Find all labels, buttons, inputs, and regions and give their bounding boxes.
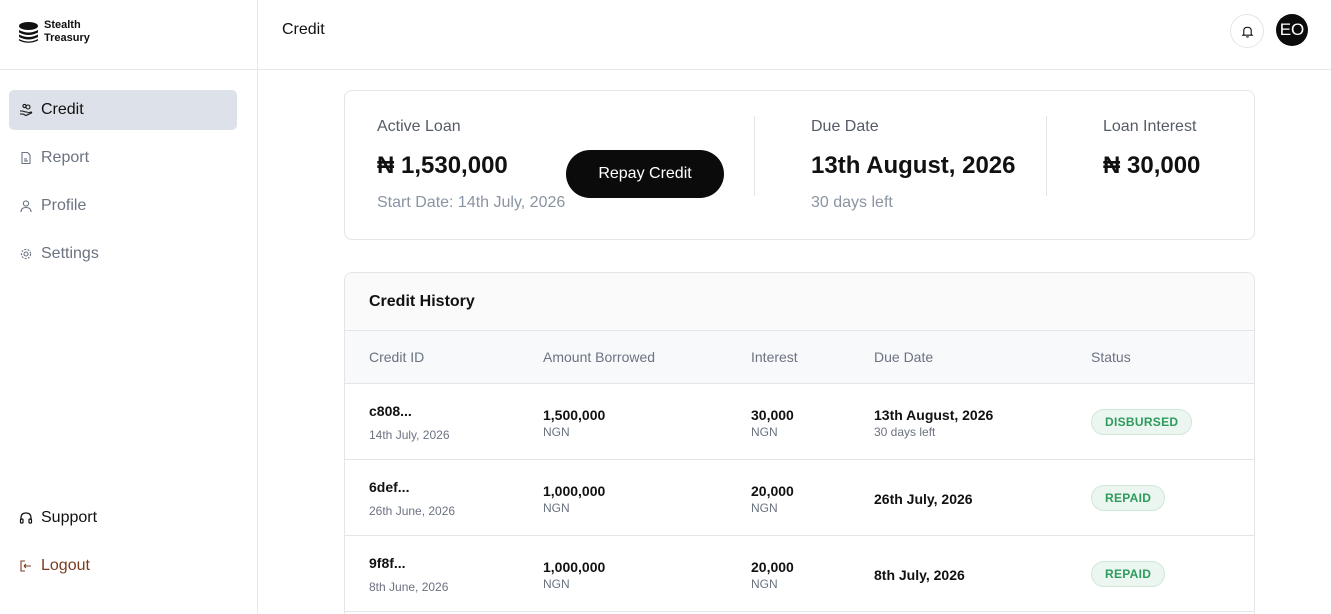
brand-name: Stealth Treasury xyxy=(44,19,90,45)
due-date-value: 13th August, 2026 xyxy=(811,152,1016,179)
sidebar-item-label: Report xyxy=(41,149,90,166)
notifications-button[interactable] xyxy=(1230,14,1264,48)
table-header-row: Credit ID Amount Borrowed Interest Due D… xyxy=(345,331,1254,384)
column-header: Due Date xyxy=(874,349,934,365)
due-date: 26th July, 2026 xyxy=(874,491,973,507)
headset-icon xyxy=(19,511,33,525)
loan-interest-value: ₦ 30,000 xyxy=(1103,152,1201,179)
repay-credit-button[interactable]: Repay Credit xyxy=(566,150,724,198)
start-date: Start Date: 14th July, 2026 xyxy=(377,194,566,211)
column-header: Credit ID xyxy=(369,349,425,365)
interest-amount: 20,000 xyxy=(751,559,794,575)
avatar[interactable]: EO xyxy=(1276,14,1308,46)
bell-icon xyxy=(1241,26,1253,38)
active-loan-label: Active Loan xyxy=(377,118,461,135)
hand-coin-icon xyxy=(19,103,33,117)
summary-divider xyxy=(754,116,755,196)
due-days-left: 30 days left xyxy=(874,425,936,439)
status-badge: REPAID xyxy=(1091,485,1166,511)
sidebar-item-label: Settings xyxy=(41,245,99,262)
sidebar-item-profile[interactable]: Profile xyxy=(9,186,237,226)
amount-borrowed: 1,000,000 xyxy=(543,559,606,575)
brand-logo[interactable]: Stealth Treasury xyxy=(18,19,90,45)
status-badge: REPAID xyxy=(1091,561,1166,587)
sidebar-item-settings[interactable]: Settings xyxy=(9,234,237,274)
credit-history-table: Credit History Credit ID Amount Borrowed… xyxy=(344,272,1255,614)
sidebar-item-logout[interactable]: Logout xyxy=(9,546,237,586)
top-header: Credit EO xyxy=(258,0,1331,70)
sidebar-item-report[interactable]: Report xyxy=(9,138,237,178)
amount-borrowed: 1,500,000 xyxy=(543,407,606,423)
credit-date: 8th June, 2026 xyxy=(369,580,449,594)
sidebar-divider xyxy=(0,69,258,70)
column-header: Interest xyxy=(751,349,798,365)
gear-icon xyxy=(19,247,33,261)
sidebar-item-credit[interactable]: Credit xyxy=(9,90,237,130)
amount-currency: NGN xyxy=(543,425,570,439)
brand-line2: Treasury xyxy=(44,32,90,44)
page-title: Credit xyxy=(282,21,325,38)
brand-line1: Stealth xyxy=(44,19,81,31)
credit-history-title: Credit History xyxy=(369,293,475,310)
due-date: 8th July, 2026 xyxy=(874,567,965,583)
credit-date: 14th July, 2026 xyxy=(369,428,450,442)
amount-currency: NGN xyxy=(543,501,570,515)
interest-amount: 30,000 xyxy=(751,407,794,423)
support-label: Support xyxy=(41,509,98,526)
interest-currency: NGN xyxy=(751,425,778,439)
due-date-label: Due Date xyxy=(811,118,879,135)
logout-icon xyxy=(19,559,33,573)
interest-currency: NGN xyxy=(751,501,778,515)
column-header: Status xyxy=(1091,349,1131,365)
sidebar-item-label: Profile xyxy=(41,197,87,214)
loan-interest-label: Loan Interest xyxy=(1103,118,1197,135)
active-loan-summary: Active Loan ₦ 1,530,000 Start Date: 14th… xyxy=(344,90,1255,240)
status-badge: DISBURSED xyxy=(1091,409,1193,435)
amount-currency: NGN xyxy=(543,577,570,591)
credit-id: 9f8f... xyxy=(369,555,406,571)
credit-id: c808... xyxy=(369,403,412,419)
table-row[interactable]: 9f8f... 8th June, 2026 1,000,000 NGN 20,… xyxy=(345,536,1254,612)
interest-currency: NGN xyxy=(751,577,778,591)
credit-date: 26th June, 2026 xyxy=(369,504,456,518)
amount-borrowed: 1,000,000 xyxy=(543,483,606,499)
sidebar: Stealth Treasury Credit Report Profile S… xyxy=(0,0,258,614)
sidebar-item-support[interactable]: Support xyxy=(9,498,237,538)
logout-label: Logout xyxy=(41,557,90,574)
days-left: 30 days left xyxy=(811,194,893,211)
table-row[interactable]: c808... 14th July, 2026 1,500,000 NGN 30… xyxy=(345,384,1254,460)
document-icon xyxy=(19,151,33,165)
coin-stack-icon xyxy=(19,21,38,43)
sidebar-item-label: Credit xyxy=(41,101,84,118)
user-icon xyxy=(19,199,33,213)
credit-history-header: Credit History xyxy=(345,273,1254,331)
table-row[interactable]: 6def... 26th June, 2026 1,000,000 NGN 20… xyxy=(345,460,1254,536)
interest-amount: 20,000 xyxy=(751,483,794,499)
column-header: Amount Borrowed xyxy=(543,349,656,365)
due-date: 13th August, 2026 xyxy=(874,407,994,423)
active-loan-value: ₦ 1,530,000 xyxy=(377,152,508,179)
summary-divider xyxy=(1046,116,1047,196)
credit-id: 6def... xyxy=(369,479,410,495)
